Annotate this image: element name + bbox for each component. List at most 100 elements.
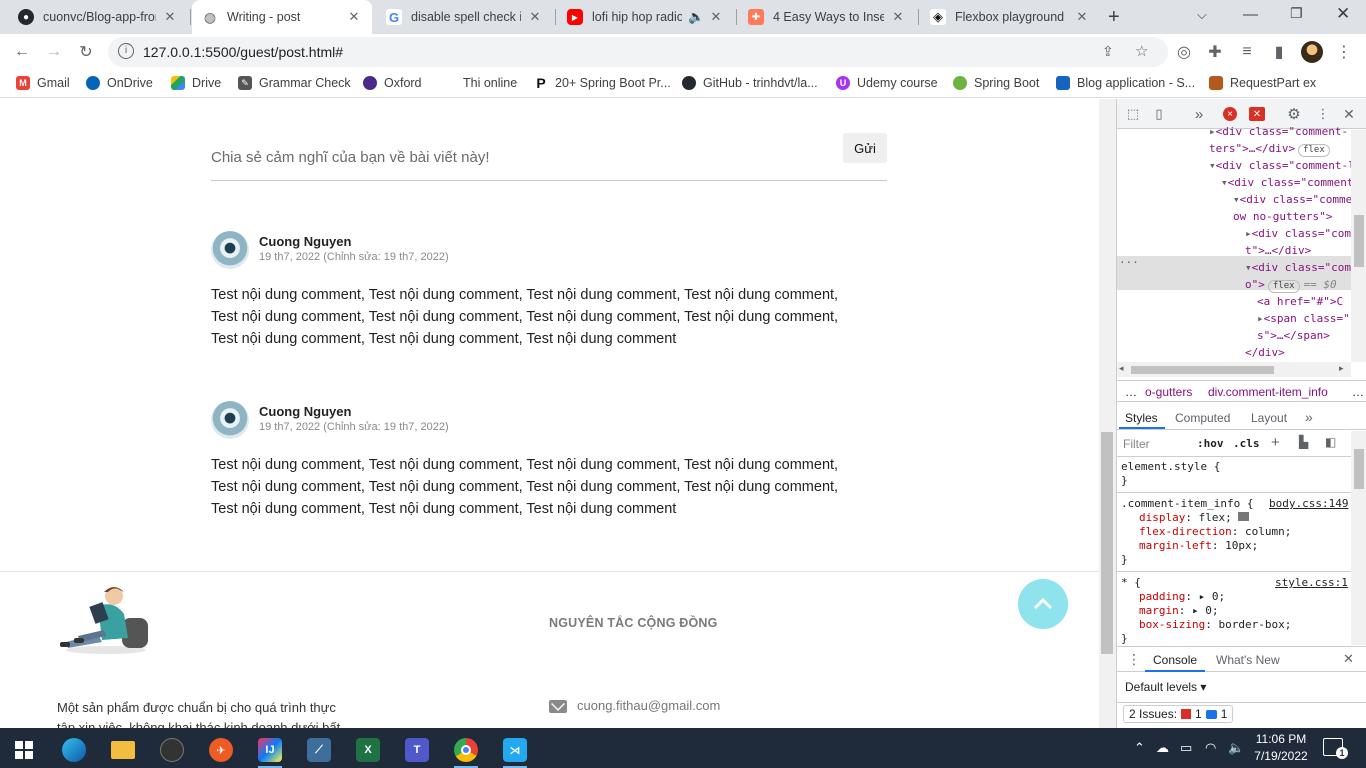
side-panel-icon[interactable]: ▮ — [1265, 38, 1293, 66]
dom-node-line[interactable]: ters">…</div> flex — [1209, 140, 1330, 157]
teams-app[interactable]: T — [397, 732, 437, 768]
tab-styles[interactable]: Styles — [1125, 411, 1158, 425]
tab-search-icon[interactable]: ⌵ — [1197, 7, 1207, 23]
tab-disable-spell-check[interactable]: G disable spell check in ✕ — [376, 0, 553, 34]
bookmark-oxford[interactable]: Oxford — [363, 76, 422, 90]
flexbox-editor-icon[interactable] — [1238, 512, 1250, 521]
back-button[interactable]: ← — [8, 38, 36, 66]
scroll-to-top-button[interactable] — [1018, 579, 1068, 629]
bookmark-spring-boot-projects[interactable]: P 20+ Spring Boot Pr... — [534, 75, 671, 91]
tab-github-blog-app[interactable]: ● cuonvc/Blog-app-front ✕ — [8, 0, 188, 34]
mysql-workbench-app[interactable]: ⟋ — [299, 732, 339, 768]
computed-sidebar-icon[interactable]: ◧ — [1325, 435, 1336, 449]
dom-node-line[interactable]: o"> flex == $0 — [1245, 276, 1337, 293]
new-style-rule-icon[interactable]: + — [1271, 434, 1280, 451]
excel-app[interactable]: X — [348, 732, 388, 768]
comment-author[interactable]: Cuong Nguyen — [259, 404, 351, 419]
forward-button[interactable]: → — [40, 38, 68, 66]
footer-email[interactable]: cuong.fithau@gmail.com — [577, 698, 720, 713]
scroll-right-icon[interactable]: ▸ — [1339, 363, 1344, 374]
address-bar[interactable]: i 127.0.0.1:5500/guest/post.html# ⇪ ☆ — [108, 37, 1168, 67]
drawer-menu-icon[interactable]: ⋮ — [1127, 651, 1141, 668]
tab-writing-post[interactable]: ◍ Writing - post ✕ — [192, 0, 372, 34]
tab-computed[interactable]: Computed — [1175, 411, 1230, 425]
css-declaration[interactable]: display: flex; — [1121, 511, 1351, 525]
intellij-app[interactable]: IJ — [250, 732, 290, 768]
bookmark-gmail[interactable]: M Gmail — [16, 76, 70, 90]
wifi-icon[interactable]: ◠ — [1205, 740, 1216, 756]
cls-toggle[interactable]: .cls — [1233, 437, 1260, 450]
close-tab-icon[interactable]: ✕ — [527, 9, 543, 25]
dom-node-line[interactable]: ow no-gutters"> — [1233, 208, 1332, 225]
bookmark-blog-application[interactable]: Blog application - S... — [1056, 76, 1195, 90]
tab-lofi-radio[interactable]: ▶ lofi hip hop radio 🔈 ✕ — [557, 0, 734, 34]
media-queue-icon[interactable]: ≡ — [1233, 38, 1261, 66]
bookmark-ondrive[interactable]: OnDrive — [86, 76, 153, 90]
tab-flexbox-playground[interactable]: ◈ Flexbox playground ✕ — [920, 0, 1100, 34]
show-hidden-icons[interactable]: ⌃ — [1134, 740, 1145, 756]
restore-button[interactable]: ❐ — [1290, 5, 1303, 22]
avatar[interactable] — [211, 231, 249, 269]
hov-toggle[interactable]: :hov — [1197, 437, 1224, 450]
log-levels-dropdown[interactable]: Default levels ▾ — [1125, 680, 1206, 694]
flex-badge[interactable]: flex — [1298, 144, 1330, 157]
extensions-puzzle-icon[interactable]: ✚ — [1201, 38, 1229, 66]
css-declaration[interactable]: padding: ▸ 0; — [1121, 590, 1291, 604]
bookmark-spring-boot[interactable]: Spring Boot — [953, 76, 1039, 90]
comment-author[interactable]: Cuong Nguyen — [259, 234, 351, 249]
close-drawer-icon[interactable]: ✕ — [1343, 651, 1354, 667]
tab-console[interactable]: Console — [1153, 653, 1197, 667]
postman-app[interactable]: ✈ — [201, 732, 241, 768]
dom-node-line[interactable]: ▸<span class=" — [1257, 310, 1350, 327]
dom-node-line[interactable]: ▾<div class="comment-l — [1209, 157, 1351, 174]
taskbar-clock[interactable]: 11:06 PM 7/19/2022 — [1250, 731, 1312, 765]
reload-button[interactable]: ↻ — [72, 38, 100, 66]
styles-scrollbar-thumb[interactable] — [1354, 449, 1364, 489]
rule-source-link[interactable]: body.css:149 — [1269, 497, 1348, 510]
profile-avatar[interactable] — [1298, 38, 1326, 66]
scroll-left-icon[interactable]: ◂ — [1119, 363, 1124, 374]
dom-node-line[interactable]: ▸<div class="comment- — [1209, 123, 1348, 140]
close-tab-icon[interactable]: ✕ — [162, 9, 178, 25]
element-state-icon[interactable]: ▙ — [1299, 435, 1308, 449]
collapse-arrow-icon[interactable]: ▸ — [1209, 125, 1216, 138]
close-tab-icon[interactable]: ✕ — [708, 9, 724, 25]
expand-arrow-icon[interactable]: ▾ — [1233, 193, 1240, 206]
close-window-button[interactable]: ✕ — [1336, 4, 1350, 24]
tab-layout[interactable]: Layout — [1251, 411, 1287, 425]
more-tabs-icon[interactable]: » — [1305, 409, 1313, 425]
css-declaration[interactable]: flex-direction: column; — [1121, 525, 1351, 539]
file-explorer-app[interactable] — [103, 732, 143, 768]
new-tab-button[interactable]: + — [1108, 6, 1120, 29]
expand-arrow-icon[interactable]: ▾ — [1221, 176, 1228, 189]
chrome-menu-icon[interactable]: ⋮ — [1330, 38, 1358, 66]
edge-app[interactable] — [54, 732, 94, 768]
element-style-selector[interactable]: element.style { — [1121, 460, 1220, 474]
breadcrumb-item[interactable]: div.comment-item_info — [1208, 385, 1328, 399]
dom-node-line[interactable]: ▾<div class="com — [1245, 259, 1351, 276]
vscode-app[interactable]: ⋊ — [495, 732, 535, 768]
bookmark-star-icon[interactable]: ☆ — [1135, 42, 1148, 60]
collapse-arrow-icon[interactable]: ▸ — [1245, 227, 1252, 240]
game-app[interactable] — [152, 732, 192, 768]
dom-node-line[interactable]: ▾<div class="comme — [1233, 191, 1351, 208]
tab-whats-new[interactable]: What's New — [1216, 653, 1280, 667]
rule-source-link[interactable]: style.css:1 — [1275, 576, 1348, 589]
collapse-arrow-icon[interactable]: ▸ — [1257, 312, 1264, 325]
battery-icon[interactable]: ▭ — [1180, 740, 1192, 756]
bookmark-drive[interactable]: Drive — [171, 76, 221, 90]
rule-selector[interactable]: * { — [1121, 576, 1291, 590]
close-tab-icon[interactable]: ✕ — [1074, 9, 1090, 25]
dom-node-line[interactable]: </div> — [1245, 344, 1285, 361]
bookmark-udemy[interactable]: U Udemy course — [836, 76, 938, 90]
send-comment-button[interactable]: Gửi — [843, 133, 887, 163]
expand-arrow-icon[interactable]: ▾ — [1245, 261, 1252, 274]
url-text[interactable]: 127.0.0.1:5500/guest/post.html# — [143, 44, 343, 60]
avatar[interactable] — [211, 401, 249, 439]
minimize-button[interactable]: — — [1243, 6, 1258, 23]
css-declaration[interactable]: box-sizing: border-box; — [1121, 618, 1291, 632]
bookmark-github-trinhdvt[interactable]: GitHub - trinhdvt/la... — [682, 76, 818, 90]
flex-badge[interactable]: flex — [1267, 280, 1300, 293]
page-scrollbar-thumb[interactable] — [1101, 432, 1113, 654]
dom-node-line[interactable]: ▾<div class="comment — [1221, 174, 1351, 191]
